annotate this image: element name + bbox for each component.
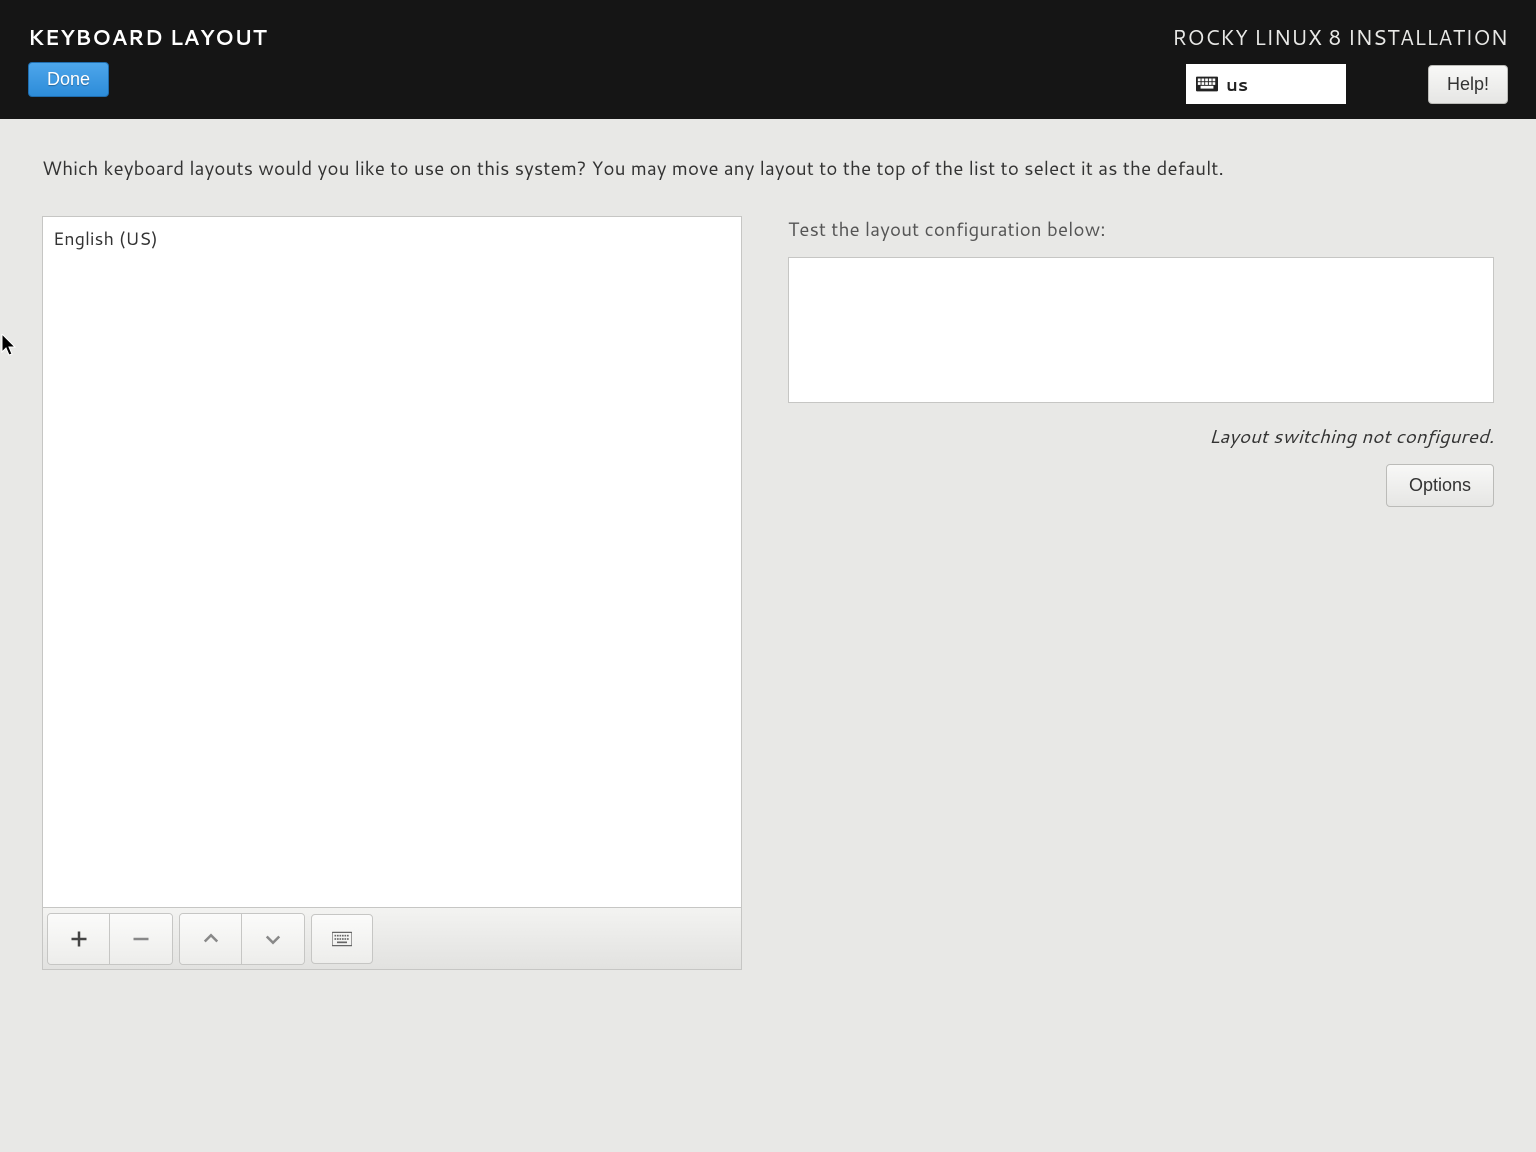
test-label: Test the layout configuration below:: [788, 216, 1494, 243]
chevron-down-icon: [263, 929, 283, 949]
move-group: [179, 913, 305, 965]
done-button[interactable]: Done: [28, 62, 109, 97]
page-title: KEYBOARD LAYOUT: [28, 22, 267, 52]
left-column: English (US): [42, 216, 742, 970]
keyboard-icon: [332, 929, 352, 949]
product-title: ROCKY LINUX 8 INSTALLATION: [1172, 22, 1508, 52]
chevron-up-icon: [201, 929, 221, 949]
test-textarea[interactable]: [788, 257, 1494, 403]
main-row: English (US): [42, 216, 1494, 970]
keyboard-icon: [1196, 76, 1218, 92]
minus-icon: [131, 929, 151, 949]
move-up-button[interactable]: [180, 914, 242, 964]
right-column: Test the layout configuration below: Lay…: [788, 216, 1494, 970]
keyboard-indicator[interactable]: us: [1186, 64, 1346, 104]
header-right: ROCKY LINUX 8 INSTALLATION us: [1172, 22, 1508, 119]
move-down-button[interactable]: [242, 914, 304, 964]
add-remove-group: [47, 913, 173, 965]
options-row: Options: [788, 464, 1494, 507]
options-button[interactable]: Options: [1386, 464, 1494, 507]
plus-icon: [69, 929, 89, 949]
list-item[interactable]: English (US): [53, 225, 731, 251]
layout-list[interactable]: English (US): [42, 216, 742, 908]
help-button[interactable]: Help!: [1428, 65, 1508, 104]
header-left: KEYBOARD LAYOUT Done: [28, 22, 267, 119]
remove-layout-button[interactable]: [110, 914, 172, 964]
preview-layout-button[interactable]: [311, 914, 373, 964]
instruction-text: Which keyboard layouts would you like to…: [42, 155, 1494, 182]
header-controls: us Help!: [1186, 64, 1508, 104]
mouse-cursor-icon: [1, 334, 19, 358]
layout-toolbar: [42, 908, 742, 970]
header-bar: KEYBOARD LAYOUT Done ROCKY LINUX 8 INSTA…: [0, 0, 1536, 119]
content-area: Which keyboard layouts would you like to…: [0, 119, 1536, 1006]
keyboard-code: us: [1226, 71, 1248, 97]
switch-note: Layout switching not configured.: [788, 423, 1494, 450]
add-layout-button[interactable]: [48, 914, 110, 964]
